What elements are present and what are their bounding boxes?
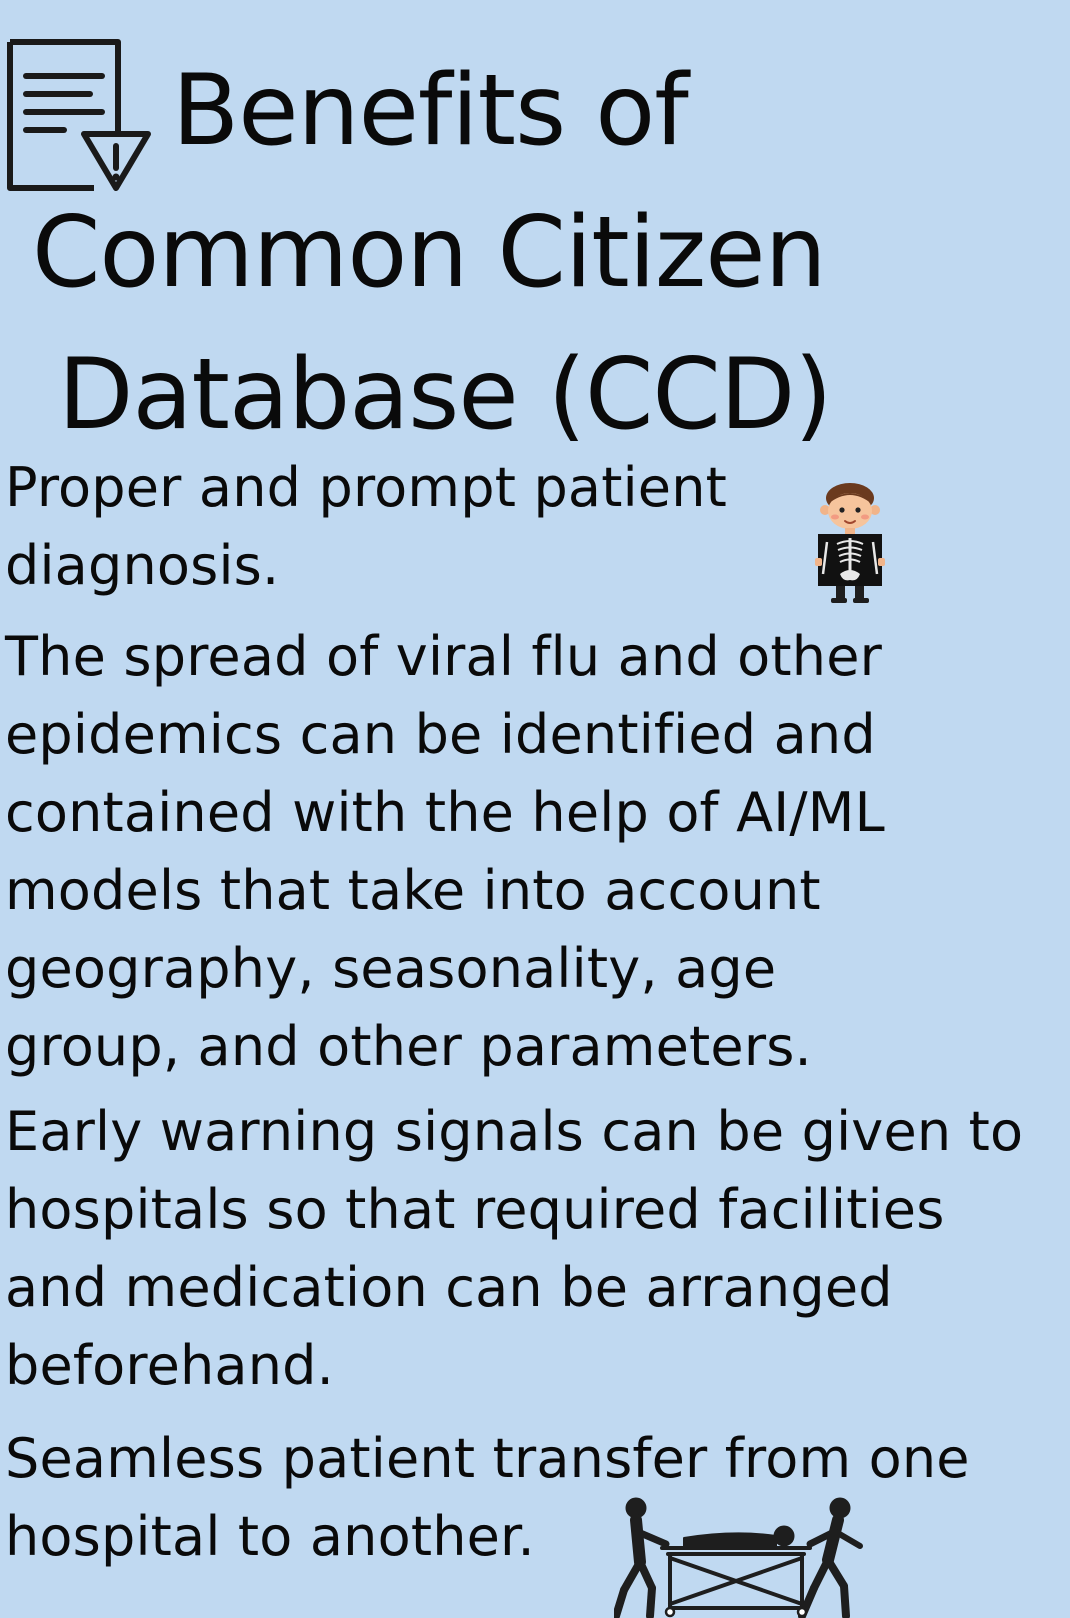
title-line: Database (CCD): [58, 338, 833, 452]
page-title: Benefits of Common Citizen Database (CCD…: [0, 40, 880, 466]
title-line: Common Citizen: [32, 196, 827, 310]
benefit-line: and medication can be arranged: [5, 1256, 893, 1319]
stretcher-transfer-icon: [614, 1497, 863, 1618]
benefit-line: models that take into account: [5, 859, 821, 922]
benefit-line: hospitals so that required facilities: [5, 1178, 945, 1241]
benefit-early-warning: Early warning signals can be given to ho…: [5, 1093, 1023, 1405]
benefit-line: Seamless patient transfer from one: [5, 1427, 970, 1490]
title-line: Benefits of: [172, 54, 689, 168]
benefit-line: diagnosis.: [5, 534, 280, 597]
benefit-diagnosis: Proper and prompt patient diagnosis.: [5, 449, 727, 605]
benefit-epidemic-tracking: The spread of viral flu and other epidem…: [5, 618, 885, 1086]
benefit-line: group, and other parameters.: [5, 1015, 812, 1078]
xray-patient-icon: [815, 483, 885, 603]
benefit-line: Early warning signals can be given to: [5, 1100, 1024, 1163]
benefit-line: beforehand.: [5, 1334, 334, 1397]
benefit-line: The spread of viral flu and other: [5, 625, 883, 688]
benefit-line: contained with the help of AI/ML: [5, 781, 885, 844]
benefit-line: Proper and prompt patient: [5, 456, 728, 519]
benefit-line: epidemics can be identified and: [5, 703, 876, 766]
benefit-line: geography, seasonality, age: [5, 937, 777, 1000]
